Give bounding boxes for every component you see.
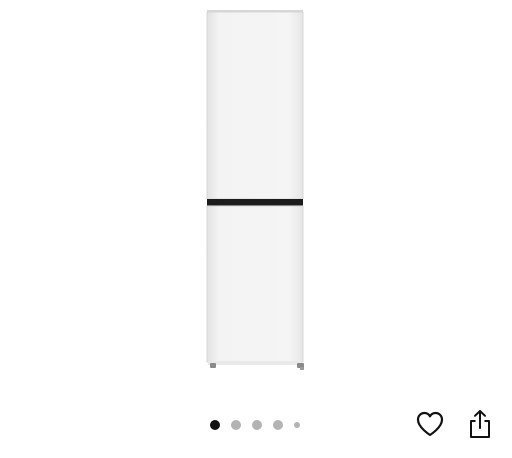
heart-icon <box>416 411 444 437</box>
share-button[interactable] <box>460 404 500 444</box>
fridge-lower-door <box>206 205 304 363</box>
carousel-dot-5[interactable] <box>294 422 300 428</box>
carousel-dot-3[interactable] <box>252 420 262 430</box>
fridge-upper-door <box>206 11 304 200</box>
carousel-pagination <box>210 418 311 432</box>
fridge-left-foot <box>210 363 216 368</box>
favorite-button[interactable] <box>410 404 450 444</box>
fridge-handle-divider <box>207 199 303 206</box>
carousel-dot-4[interactable] <box>273 420 283 430</box>
carousel-dot-1[interactable] <box>210 420 220 430</box>
product-image[interactable] <box>0 0 512 392</box>
share-icon <box>470 410 490 438</box>
product-gallery: white-fridge-freezer <box>0 0 512 458</box>
fridge-right-wheel <box>300 367 304 370</box>
carousel-dot-2[interactable] <box>231 420 241 430</box>
fridge-base <box>208 361 302 365</box>
